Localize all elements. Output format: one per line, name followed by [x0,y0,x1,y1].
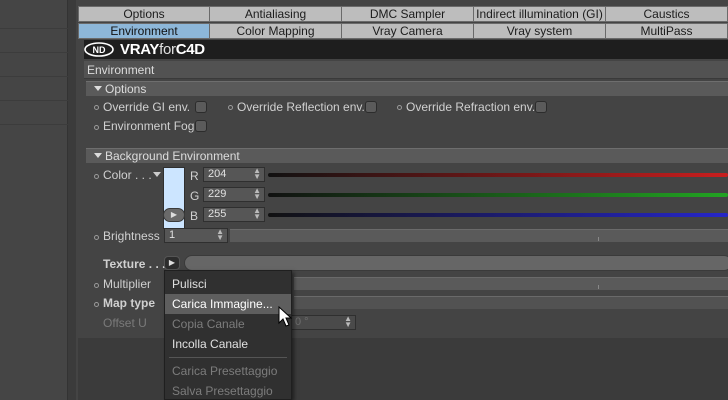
environment-fog-checkbox[interactable] [195,120,207,132]
color-expand-icon[interactable] [153,172,161,177]
menu-item-copia-canale[interactable]: Copia Canale [165,314,291,334]
menu-item-salva-presettaggio[interactable]: Salva Presettaggio [165,381,291,400]
tab-indirect-illumination[interactable]: Indirect illumination (GI) [474,6,606,22]
multiplier-label: Multiplier [103,277,152,291]
r-value-field[interactable]: 204 ▲ ▼ [203,167,265,182]
menu-item-pulisci[interactable]: Pulisci [165,274,291,294]
animate-dot-icon[interactable] [397,105,402,110]
g-value-field[interactable]: 229 ▲ ▼ [203,187,265,202]
map-type-label: Map type [103,296,156,310]
override-refraction-label: Override Refraction env. [406,100,536,114]
r-slider[interactable] [268,173,728,177]
menu-separator [169,357,287,358]
override-refraction-checkbox[interactable] [535,101,547,113]
tab-vray-system[interactable]: Vray system [474,23,606,39]
texture-context-menu: Pulisci Carica Immagine... Copia Canale … [164,270,292,400]
brightness-value-field[interactable]: 1 ▲ ▼ [164,228,228,243]
animate-dot-icon[interactable] [94,105,99,110]
brightness-label: Brightness [103,229,160,243]
menu-item-carica-presettaggio[interactable]: Carica Presettaggio [165,361,291,381]
b-slider[interactable] [268,213,728,217]
tab-environment[interactable]: Environment [78,23,210,39]
animate-dot-icon[interactable] [228,105,233,110]
tab-dmc-sampler[interactable]: DMC Sampler [342,6,474,22]
override-reflection-checkbox[interactable] [365,101,377,113]
collapse-triangle-icon [94,153,102,158]
panel-divider[interactable] [68,0,76,400]
tab-antialiasing[interactable]: Antialiasing [210,6,342,22]
override-reflection-label: Override Reflection env. [237,100,365,114]
override-gi-label: Override GI env. [103,100,191,114]
b-label: B [190,209,199,223]
tab-caustics[interactable]: Caustics [606,6,728,22]
map-type-dropdown[interactable] [294,296,728,309]
r-label: R [190,169,199,183]
g-slider[interactable] [268,193,728,197]
tab-row-2: Environment Color Mapping Vray Camera Vr… [78,23,728,39]
section-title: Environment [84,61,728,79]
texture-field[interactable] [184,255,728,271]
vray-logo-bar: ND VRAYforC4D [84,40,728,59]
environment-fog-label: Environment Fog [103,119,195,133]
tab-color-mapping[interactable]: Color Mapping [210,23,342,39]
color-picker-button[interactable]: ▶ [163,208,185,222]
texture-label: Texture . . . [103,257,166,271]
animate-dot-icon[interactable] [94,283,99,288]
tab-multipass[interactable]: MultiPass [606,23,728,39]
left-panel [0,0,68,400]
animate-dot-icon[interactable] [94,125,99,130]
menu-item-carica-immagine[interactable]: Carica Immagine... [165,294,291,314]
multiplier-slider[interactable] [294,277,728,290]
vray-mark-icon: ND [84,42,114,57]
animate-dot-icon[interactable] [94,174,99,179]
override-gi-checkbox[interactable] [195,101,207,113]
g-label: G [190,189,200,203]
menu-item-incolla-canale[interactable]: Incolla Canale [165,334,291,354]
tab-options[interactable]: Options [78,6,210,22]
collapse-triangle-icon [94,86,102,91]
brightness-slider[interactable] [230,229,728,242]
offset-u-label: Offset U [103,316,147,330]
texture-menu-button[interactable]: ▶ [164,256,180,270]
vray-logo: VRAYforC4D [120,41,205,58]
animate-dot-icon[interactable] [94,302,99,307]
svg-text:ND: ND [93,45,106,55]
options-group-header[interactable]: Options [86,81,728,96]
color-label: Color . . . [103,168,152,182]
mouse-cursor-icon [278,306,292,327]
animate-dot-icon[interactable] [94,235,99,240]
tab-vray-camera[interactable]: Vray Camera [342,23,474,39]
tab-row-1: Options Antialiasing DMC Sampler Indirec… [78,6,728,22]
background-group-header[interactable]: Background Environment [86,148,728,163]
offset-u-field[interactable]: 0 ° ▲ ▼ [290,315,356,330]
b-value-field[interactable]: 255 ▲ ▼ [203,207,265,222]
